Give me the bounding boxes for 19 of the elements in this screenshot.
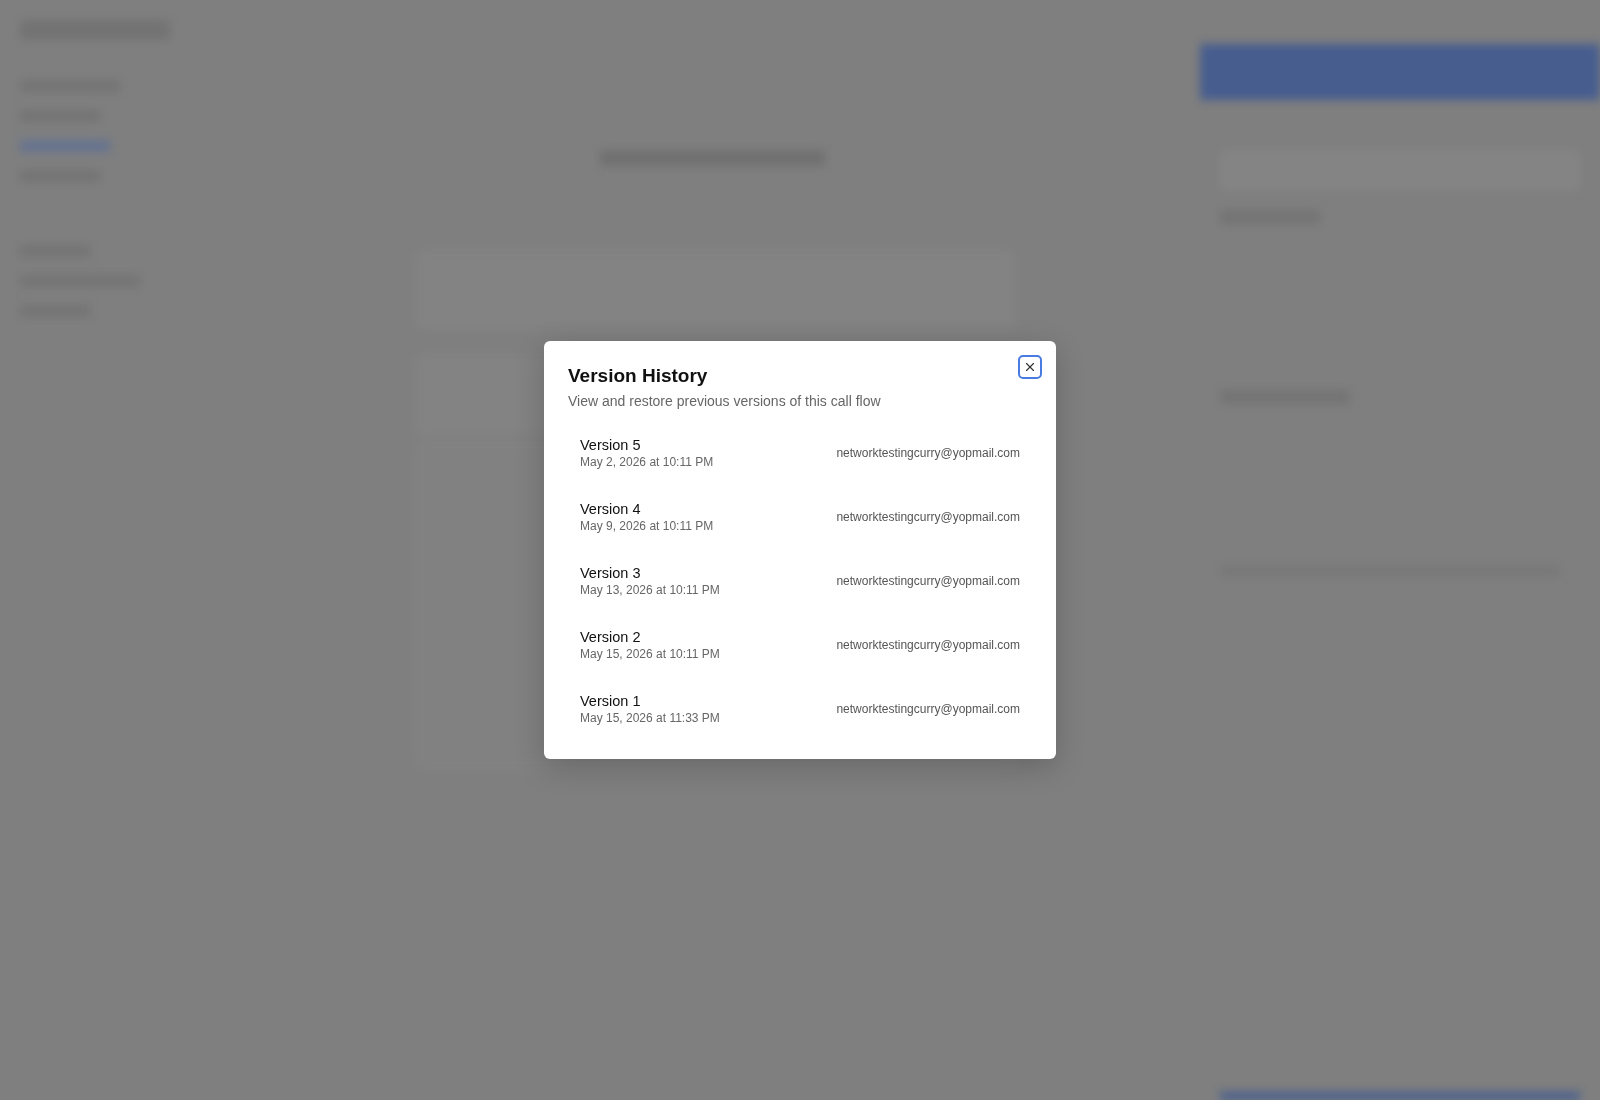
dialog-description: View and restore previous versions of this call flow [568,393,882,409]
version-date: May 13, 2026 at 10:11 PM [580,583,720,597]
version-name: Version 5 [580,437,642,453]
version-author: networktestingcurry@yopmail.com [836,510,1020,524]
version-date: May 15, 2026 at 10:11 PM [580,647,720,661]
close-icon [1023,360,1037,374]
version-author: networktestingcurry@yopmail.com [836,702,1020,716]
version-date: May 9, 2026 at 10:11 PM [580,519,714,533]
version-author: networktestingcurry@yopmail.com [836,574,1020,588]
dialog-title: Version History [568,364,708,388]
version-date: May 2, 2026 at 10:11 PM [580,455,714,469]
version-date: May 15, 2026 at 11:33 PM [580,711,720,725]
close-button[interactable] [1018,355,1042,379]
version-name: Version 3 [580,565,642,581]
version-author: networktestingcurry@yopmail.com [836,446,1020,460]
version-name: Version 1 [580,693,642,709]
version-author: networktestingcurry@yopmail.com [836,638,1020,652]
version-name: Version 4 [580,501,642,517]
version-name: Version 2 [580,629,642,645]
